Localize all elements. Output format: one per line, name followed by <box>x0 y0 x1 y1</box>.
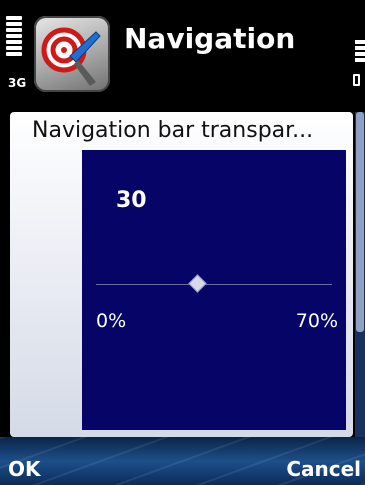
slider-max-label: 70% <box>295 310 338 332</box>
navigation-app-icon <box>34 16 110 92</box>
transparency-dialog: Navigation bar transpar... 30 0% 70% <box>10 112 353 437</box>
signal-strength-icon <box>6 16 22 58</box>
slider-value: 30 <box>116 188 147 213</box>
cancel-softkey[interactable]: Cancel <box>286 457 361 481</box>
battery-icon <box>353 74 360 86</box>
status-bar: 3G Navigation <box>0 0 365 97</box>
transparency-slider[interactable]: 30 0% 70% <box>82 150 346 430</box>
dialog-title: Navigation bar transpar... <box>32 118 314 143</box>
slider-min-label: 0% <box>96 310 127 332</box>
scrollbar[interactable] <box>355 112 365 437</box>
softkey-bar: OK Cancel <box>0 437 365 485</box>
slider-thumb[interactable] <box>188 274 207 293</box>
network-type-label: 3G <box>8 76 27 90</box>
scrollbar-thumb[interactable] <box>356 112 364 332</box>
slider-track[interactable] <box>96 284 332 285</box>
battery-level-icon <box>355 40 365 64</box>
page-title: Navigation <box>124 22 296 55</box>
ok-softkey[interactable]: OK <box>8 457 41 481</box>
